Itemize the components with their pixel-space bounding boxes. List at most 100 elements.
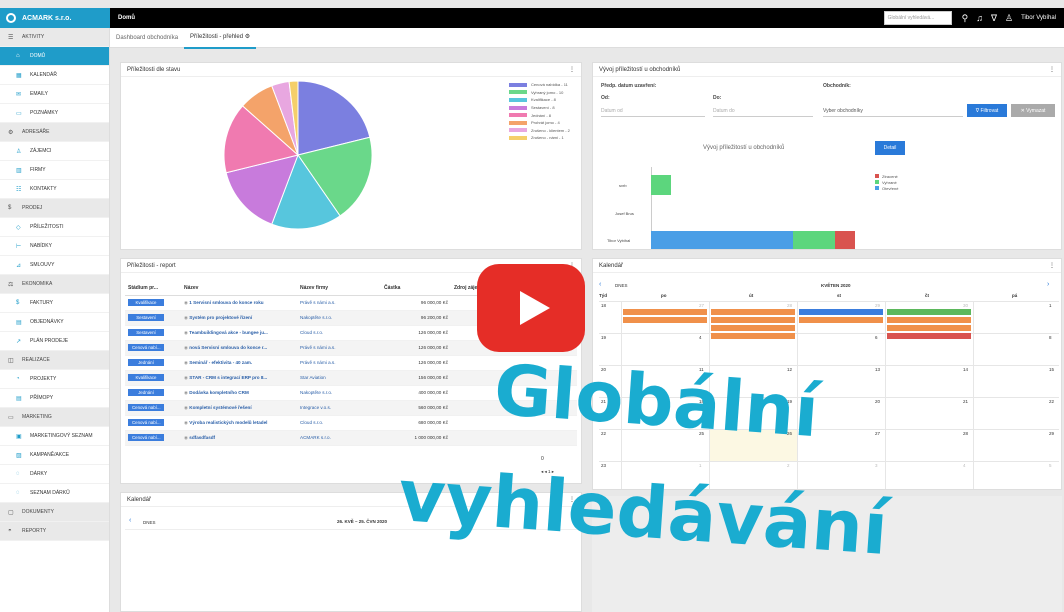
legend-item[interactable]: Zrušeno - klientem - 2 [509,127,570,135]
search-icon[interactable]: ⚲ [962,13,969,24]
firm-cell[interactable]: Cloud s.r.o. [297,415,381,431]
sidebar-item-p-le-itosti[interactable]: ◇ PŘÍLEŽITOSTI [0,218,109,237]
sidebar-item-smlouvy[interactable]: ⊿ SMLOUVY [0,256,109,275]
sidebar-item-seznam-d-rk-[interactable]: ◌ SEZNAM DÁRKŮ [0,484,109,503]
opportunity-link[interactable]: Výroba realistických modelů letadel [189,420,267,425]
prev-icon[interactable]: ‹ [129,517,131,524]
calendar-event[interactable] [799,309,883,315]
legend-item[interactable]: Kvalifikace - 8 [509,96,570,104]
calendar-day-number[interactable]: 1 [699,463,702,468]
prev-icon[interactable]: ‹ [599,281,601,288]
sidebar-item-ekonomika[interactable]: ⚖ EKONOMIKA [0,275,109,294]
col-stage[interactable]: Stádium pr... [125,281,181,296]
table-row[interactable]: Cenová nabí... ◉ sdfasdfasdf ACMARK s.r.… [125,430,577,446]
col-name[interactable]: Název [181,281,297,296]
calendar-event[interactable] [623,309,707,315]
sidebar-item-pl-n-prodeje[interactable]: ↗ PLÁN PRODEJE [0,332,109,351]
calendar-day-number[interactable]: 3 [875,463,878,468]
name-cell[interactable]: ◉ 1 Servisní smlouva do konce roku [181,295,297,311]
firm-cell[interactable]: Právě s námi a.s. [297,355,381,371]
opportunity-link[interactable]: 1 Servisní smlouva do konce roku [189,300,263,305]
opportunity-link[interactable]: Dodávka kompletního CRM [189,390,248,395]
name-cell[interactable]: ◉ Výroba realistických modelů letadel [181,415,297,431]
sidebar-item-realizace[interactable]: ◫ REALIZACE [0,351,109,370]
next-icon[interactable]: › [1047,281,1049,288]
firm-cell[interactable]: Právě s námi a.s. [297,340,381,356]
opportunity-link[interactable]: sdfasdfasdf [189,435,215,440]
sidebar-item-dokumenty[interactable]: ▢ DOKUMENTY [0,503,109,522]
sidebar-item-aktivity[interactable]: ☰ AKTIVITY [0,28,109,47]
filter-button[interactable]: ∇ Filtrovat [967,104,1007,117]
calendar-day-number[interactable]: 29 [1049,431,1054,436]
sidebar-item-adres-e[interactable]: ⚙ ADRESÁŘE [0,123,109,142]
today-button[interactable]: DNES [143,520,156,525]
sidebar-item-firmy[interactable]: ▥ FIRMY [0,161,109,180]
search-input[interactable]: Globální vyhledává... [883,11,952,25]
calendar-event[interactable] [711,317,795,323]
calendar-event[interactable] [887,325,971,331]
firm-cell[interactable]: Star Aviation [297,370,381,386]
calendar-event[interactable] [711,325,795,331]
sidebar-item-marketing[interactable]: ▭ MARKETING [0,408,109,427]
calendar-day-number[interactable]: 4 [963,463,966,468]
firm-cell[interactable]: Cloud s.r.o. [297,325,381,341]
col-amount[interactable]: Částka [381,281,451,296]
legend-item[interactable]: Zrušeno - námi - 1 [509,134,570,142]
firm-cell[interactable]: Nakoptěte s.r.o. [297,385,381,401]
today-button[interactable]: DNES [615,283,628,288]
opportunity-link[interactable]: STAR - CRM s integrací ERP pro 8... [189,375,267,380]
calendar-day-number[interactable]: 5 [1049,463,1052,468]
sidebar-item-kampan-akce[interactable]: ▨ KAMPANĚ/AKCE [0,446,109,465]
sidebar-item-kontakty[interactable]: ☷ KONTAKTY [0,180,109,199]
calendar-day-number[interactable]: 20 [875,399,880,404]
calendar-day-number[interactable]: 6 [875,335,878,340]
name-cell[interactable]: ◉ sdfasdfasdf [181,430,297,446]
legend-item[interactable]: Vyhraný jomo - 10 [509,89,570,97]
play-button[interactable] [477,264,585,352]
user-name[interactable]: Tibor Vybíhal [1021,15,1056,21]
name-cell[interactable]: ◉ Teambuildingová akce - bungee ju... [181,325,297,341]
calendar-day-number[interactable]: 1 [1049,303,1052,308]
legend-item[interactable]: Cenová nabídka - 11 [509,81,570,89]
tab-opportunities[interactable]: Příležitosti - přehled ⚙ [184,27,257,49]
panel-menu-icon[interactable]: ⋮ [569,66,575,73]
sidebar-item-pozn-mky[interactable]: ▭ POZNÁMKY [0,104,109,123]
opportunity-link[interactable]: Seminář - efektivita - 40 zam. [189,360,252,365]
opportunity-link[interactable]: Teambuildingová akce - bungee ju... [189,330,268,335]
calendar-event[interactable] [711,333,795,339]
sidebar-item-projekty[interactable]: ◔ PROJEKTY [0,370,109,389]
calendar-day-number[interactable]: 29 [875,303,880,308]
user-icon[interactable]: ♙ [1005,13,1013,24]
name-cell[interactable]: ◉ STAR - CRM s integrací ERP pro 8... [181,370,297,386]
sidebar-item-objedn-vky[interactable]: ▤ OBJEDNÁVKY [0,313,109,332]
sidebar-item-faktury[interactable]: $ FAKTURY [0,294,109,313]
clear-button[interactable]: ✕ Vymazat [1011,104,1055,117]
legend-item[interactable]: Sestavení - 8 [509,104,570,112]
detail-button[interactable]: Detail [875,141,905,155]
sidebar-item-marketingov-seznam[interactable]: ▣ MARKETINGOVÝ SEZNAM [0,427,109,446]
dealer-select[interactable]: Vyber obchodníky [823,103,963,117]
sidebar-item-d-rky[interactable]: ◌ DÁRKY [0,465,109,484]
calendar-event[interactable] [711,309,795,315]
sidebar-item-reporty[interactable]: ◓ REPORTY [0,522,109,541]
firm-cell[interactable]: Právě s námi a.s. [297,295,381,311]
brand[interactable]: ACMARK s.r.o. [0,8,110,28]
sidebar-item-nab-dky[interactable]: ⊢ NABÍDKY [0,237,109,256]
calendar-day-number[interactable]: 8 [1049,335,1052,340]
calendar-event[interactable] [623,317,707,323]
calendar-day-number[interactable]: 27 [875,431,880,436]
calendar-day-number[interactable]: 28 [963,431,968,436]
firm-cell[interactable]: Nakoptěte s.r.o. [297,310,381,326]
firm-cell[interactable]: ACMARK s.r.o. [297,430,381,446]
name-cell[interactable]: ◉ Seminář - efektivita - 40 zam. [181,355,297,371]
opportunity-link[interactable]: Systém pro projektové řízení [189,315,252,320]
bell-icon[interactable]: ♫ [976,13,983,23]
legend-item[interactable]: Jednání - 8 [509,111,570,119]
sidebar-item-prodej[interactable]: $ PRODEJ [0,199,109,218]
legend-item[interactable]: Prohrát jomo - 4 [509,119,570,127]
sidebar-item-kalend-[interactable]: ▦ KALENDÁŘ [0,66,109,85]
panel-menu-icon[interactable]: ⋮ [1049,66,1055,73]
date-from-input[interactable]: Datum od [601,103,705,117]
col-firm[interactable]: Název firmy [297,281,381,296]
calendar-event[interactable] [799,317,883,323]
